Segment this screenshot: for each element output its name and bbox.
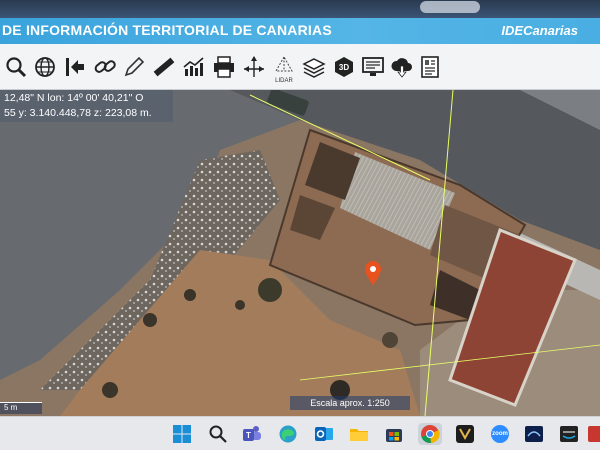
scale-text: Escala aprox. 1:250 — [290, 396, 410, 410]
link-icon[interactable] — [91, 52, 119, 82]
print-icon[interactable] — [210, 52, 238, 82]
exit-icon[interactable] — [61, 52, 89, 82]
coordinates-icon[interactable] — [240, 52, 268, 82]
browser-top-strip — [0, 0, 600, 18]
zoom-app-icon[interactable]: zoom — [488, 423, 512, 445]
zoom-icon[interactable] — [2, 52, 30, 82]
location-marker-icon[interactable] — [364, 260, 382, 286]
teams-icon[interactable]: T — [240, 423, 264, 445]
app-header: DE INFORMACIÓN TERRITORIAL DE CANARIAS I… — [0, 18, 600, 44]
map-view[interactable]: 12,48" N lon: 14º 00' 40,21" O 55 y: 3.1… — [0, 90, 600, 416]
coordinate-line-1: 12,48" N lon: 14º 00' 40,21" O — [4, 92, 144, 104]
download-icon[interactable] — [388, 52, 416, 82]
app-title: DE INFORMACIÓN TERRITORIAL DE CANARIAS — [2, 22, 332, 38]
zoom-label: zoom — [492, 431, 508, 437]
outlook-icon[interactable] — [312, 423, 336, 445]
document-icon[interactable] — [416, 52, 444, 82]
profile-chart-icon[interactable] — [180, 52, 208, 82]
3d-icon[interactable]: 3D — [330, 52, 358, 82]
start-icon[interactable] — [170, 423, 194, 445]
search-icon[interactable] — [206, 423, 230, 445]
pencil-icon[interactable] — [120, 52, 148, 82]
svg-text:3D: 3D — [339, 63, 349, 72]
disney-icon[interactable] — [522, 423, 546, 445]
app-icon-2[interactable] — [585, 423, 600, 445]
aerial-imagery — [0, 90, 600, 416]
coordinate-readout: 12,48" N lon: 14º 00' 40,21" O 55 y: 3.1… — [0, 90, 173, 122]
globe-icon[interactable] — [31, 52, 59, 82]
layers-icon[interactable] — [300, 52, 328, 82]
coordinate-line-2: 55 y: 3.140.448,78 z: 223,08 m. — [4, 107, 152, 119]
ruler-icon[interactable] — [150, 52, 178, 82]
scale-bar: 5 m — [0, 402, 42, 414]
svg-text:T: T — [246, 431, 251, 440]
brand-logo[interactable]: IDECanarias — [501, 23, 578, 38]
app-icon[interactable] — [453, 423, 477, 445]
chrome-icon[interactable] — [418, 423, 442, 445]
screen: DE INFORMACIÓN TERRITORIAL DE CANARIAS I… — [0, 0, 600, 450]
file-explorer-icon[interactable] — [347, 423, 371, 445]
store-icon[interactable] — [382, 423, 406, 445]
screen-icon[interactable] — [359, 52, 387, 82]
toolbar: LIDAR 3D — [0, 44, 600, 90]
lidar-icon[interactable]: LIDAR — [270, 52, 298, 84]
taskbar: T zoom — [0, 416, 600, 450]
lidar-label: LIDAR — [275, 78, 293, 84]
edge-icon[interactable] — [276, 423, 300, 445]
prime-video-icon[interactable] — [557, 423, 581, 445]
